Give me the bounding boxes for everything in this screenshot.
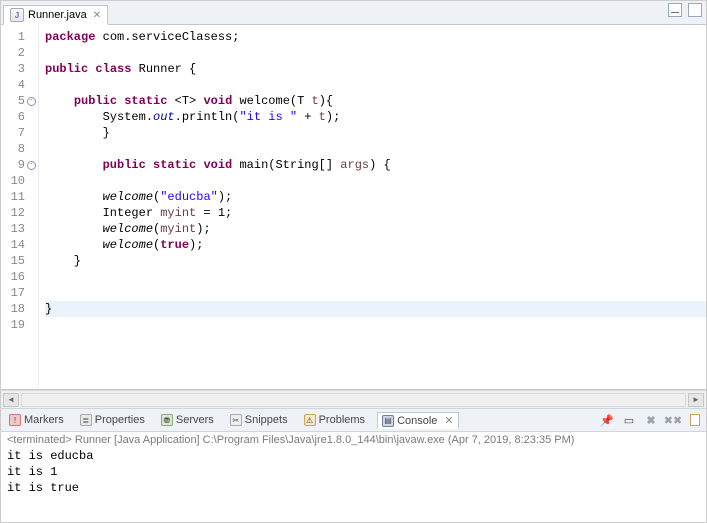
line-number: 2 xyxy=(7,45,25,61)
code-line[interactable]: welcome(myint); xyxy=(45,221,706,237)
line-number: 13 xyxy=(7,221,25,237)
code-line[interactable]: welcome(true); xyxy=(45,237,706,253)
view-label: Properties xyxy=(95,414,145,426)
line-number-gutter: 12345-6789-10111213141516171819 xyxy=(1,25,39,389)
console-icon: ▤ xyxy=(382,415,394,427)
code-line[interactable]: public class Runner { xyxy=(45,61,706,77)
code-line[interactable] xyxy=(45,285,706,301)
code-line[interactable] xyxy=(45,269,706,285)
views-tabbar: ! Markers ≣ Properties ⛃ Servers ✂ Snipp… xyxy=(1,408,706,432)
console-view: <terminated> Runner [Java Application] C… xyxy=(1,432,706,522)
view-label: Servers xyxy=(176,414,214,426)
code-line[interactable] xyxy=(45,173,706,189)
code-line[interactable] xyxy=(45,45,706,61)
line-number: 15 xyxy=(7,253,25,269)
view-servers[interactable]: ⛃ Servers xyxy=(157,413,218,427)
console-launch-desc: <terminated> Runner [Java Application] C… xyxy=(1,432,706,448)
view-snippets[interactable]: ✂ Snippets xyxy=(226,413,292,427)
horizontal-scrollbar[interactable]: ◄ ► xyxy=(1,390,706,408)
scroll-track[interactable] xyxy=(21,393,686,407)
code-line[interactable]: Integer myint = 1; xyxy=(45,205,706,221)
editor-tab-runner[interactable]: J Runner.java ✕ xyxy=(3,5,108,25)
maximize-icon[interactable] xyxy=(688,3,702,17)
minimize-icon[interactable] xyxy=(668,3,682,17)
line-number: 4 xyxy=(7,77,25,93)
open-console-icon[interactable] xyxy=(688,413,702,427)
scroll-right-icon[interactable]: ► xyxy=(688,393,704,407)
code-area[interactable]: package com.serviceClasess; public class… xyxy=(39,25,706,389)
line-number: 6 xyxy=(7,109,25,125)
servers-icon: ⛃ xyxy=(161,414,173,426)
view-label: Snippets xyxy=(245,414,288,426)
code-line[interactable]: } xyxy=(45,253,706,269)
remove-all-icon[interactable]: ✖✖ xyxy=(666,413,680,427)
remove-launch-icon[interactable]: ✖ xyxy=(644,413,658,427)
view-markers[interactable]: ! Markers xyxy=(5,413,68,427)
problems-icon: ⚠ xyxy=(304,414,316,426)
line-number: 17 xyxy=(7,285,25,301)
scroll-left-icon[interactable]: ◄ xyxy=(3,393,19,407)
markers-icon: ! xyxy=(9,414,21,426)
console-output[interactable]: it is educba it is 1 it is true xyxy=(1,448,706,496)
line-number: 9 xyxy=(7,157,25,173)
fold-toggle-icon[interactable]: - xyxy=(27,161,36,170)
java-file-icon: J xyxy=(10,8,24,22)
line-number: 5 xyxy=(7,93,25,109)
view-label: Console xyxy=(397,415,437,427)
view-label: Markers xyxy=(24,414,64,426)
line-number: 10 xyxy=(7,173,25,189)
fold-toggle-icon[interactable]: - xyxy=(27,97,36,106)
view-label: Problems xyxy=(319,414,365,426)
code-line[interactable] xyxy=(45,77,706,93)
code-line[interactable]: package com.serviceClasess; xyxy=(45,29,706,45)
code-line[interactable]: } xyxy=(45,125,706,141)
editor-tabbar: J Runner.java ✕ xyxy=(1,1,706,25)
code-line[interactable] xyxy=(45,317,706,333)
close-icon[interactable]: ✕ xyxy=(444,414,453,427)
close-icon[interactable]: ✕ xyxy=(93,10,101,21)
code-line[interactable]: public static void main(String[] args) { xyxy=(45,157,706,173)
line-number: 16 xyxy=(7,269,25,285)
code-editor[interactable]: 12345-6789-10111213141516171819 package … xyxy=(1,25,706,390)
display-selected-icon[interactable]: ▭ xyxy=(622,413,636,427)
pin-console-icon[interactable]: 📌 xyxy=(600,413,614,427)
snippets-icon: ✂ xyxy=(230,414,242,426)
code-line[interactable]: public static <T> void welcome(T t){ xyxy=(45,93,706,109)
line-number: 18 xyxy=(7,301,25,317)
code-line[interactable]: welcome("educba"); xyxy=(45,189,706,205)
view-properties[interactable]: ≣ Properties xyxy=(76,413,149,427)
line-number: 7 xyxy=(7,125,25,141)
line-number: 3 xyxy=(7,61,25,77)
properties-icon: ≣ xyxy=(80,414,92,426)
view-problems[interactable]: ⚠ Problems xyxy=(300,413,369,427)
line-number: 11 xyxy=(7,189,25,205)
editor-tab-label: Runner.java xyxy=(28,9,87,21)
line-number: 1 xyxy=(7,29,25,45)
editor-window-controls xyxy=(668,3,702,17)
line-number: 19 xyxy=(7,317,25,333)
line-number: 14 xyxy=(7,237,25,253)
code-line[interactable]: System.out.println("it is " + t); xyxy=(45,109,706,125)
code-line[interactable] xyxy=(45,141,706,157)
code-line[interactable]: } xyxy=(45,301,706,317)
line-number: 12 xyxy=(7,205,25,221)
view-console[interactable]: ▤ Console ✕ xyxy=(377,412,459,429)
line-number: 8 xyxy=(7,141,25,157)
